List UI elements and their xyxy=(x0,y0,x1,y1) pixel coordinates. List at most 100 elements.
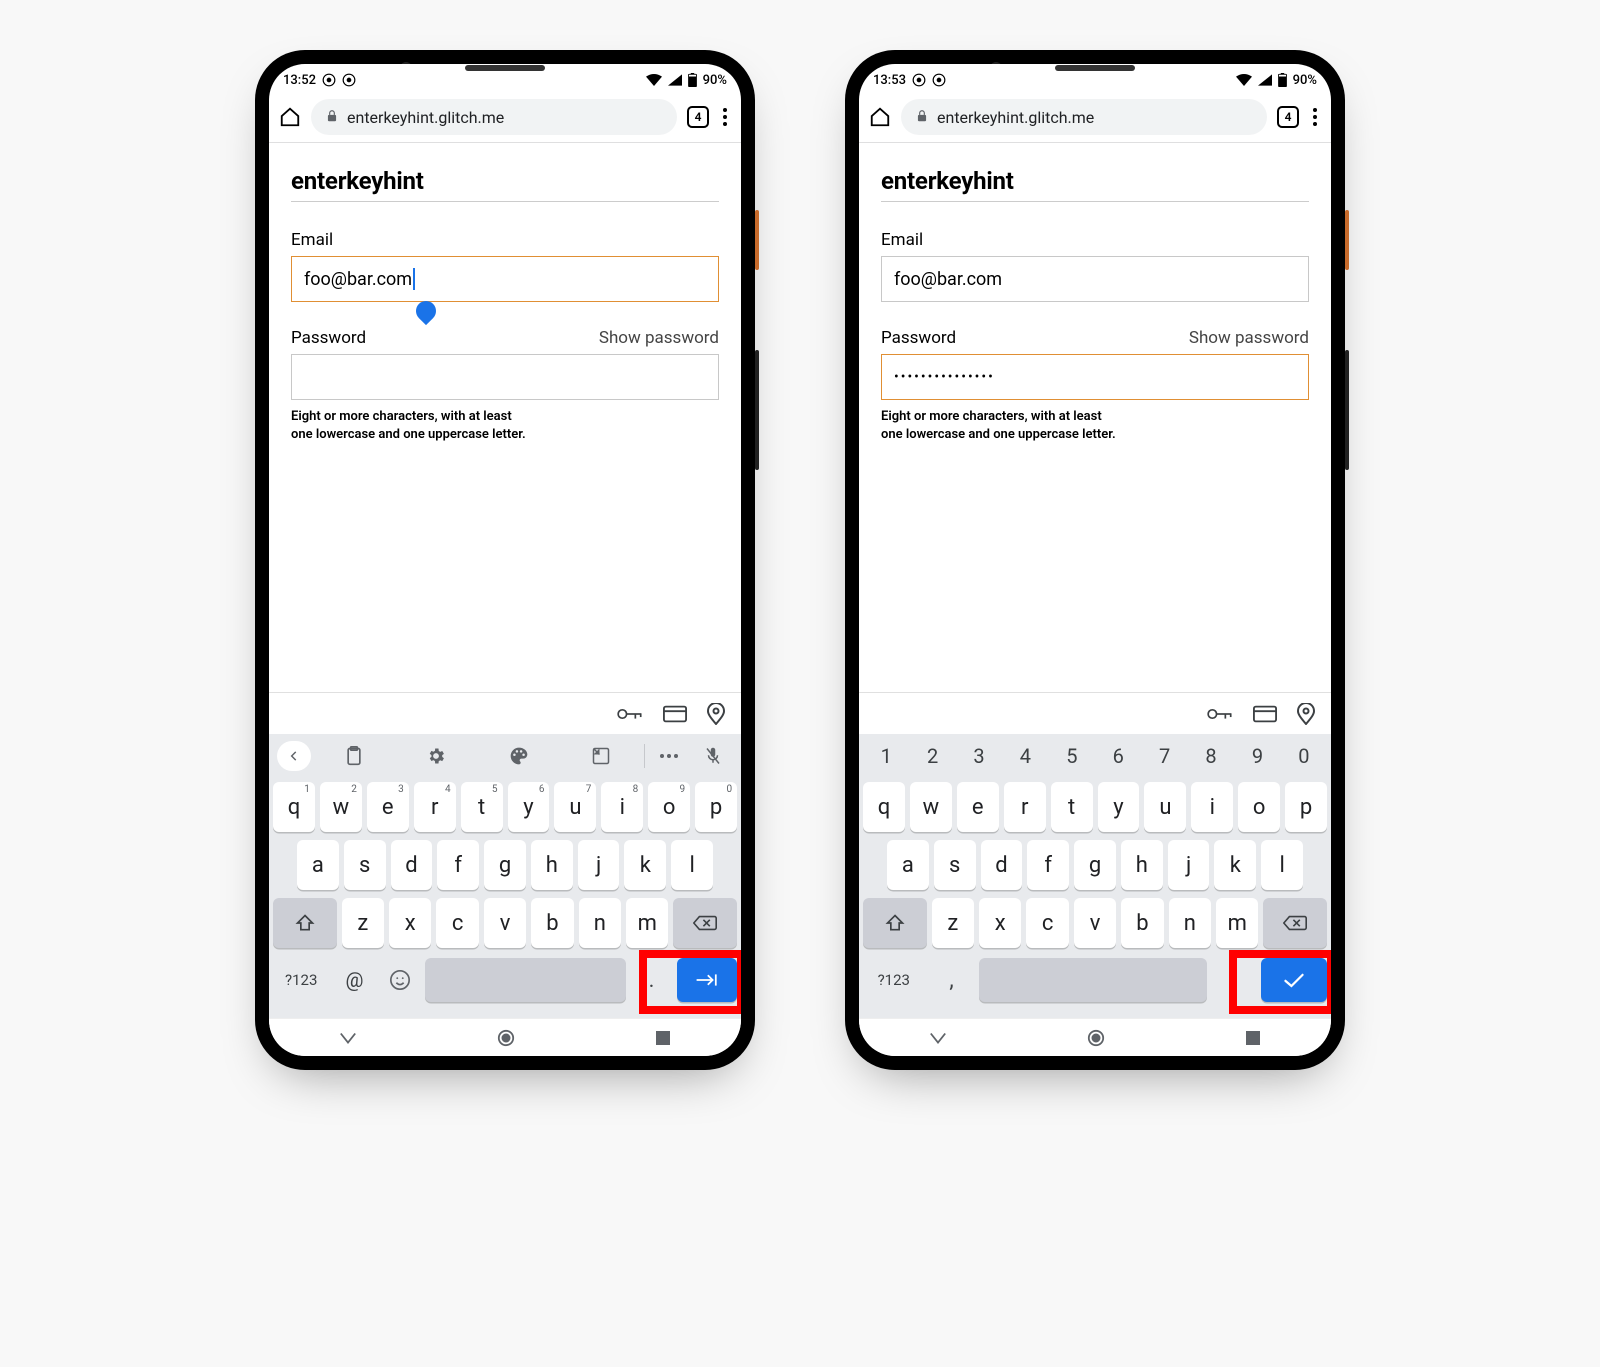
num-3[interactable]: 3 xyxy=(956,744,1002,768)
comma-key[interactable]: , xyxy=(930,956,974,1004)
key-l[interactable]: l xyxy=(1261,840,1303,890)
key-n[interactable]: n xyxy=(579,898,621,948)
back-icon[interactable] xyxy=(929,1031,947,1045)
key-j[interactable]: j xyxy=(578,840,620,890)
key-f[interactable]: f xyxy=(1027,840,1069,890)
credit-card-icon[interactable] xyxy=(663,705,687,723)
num-7[interactable]: 7 xyxy=(1141,744,1187,768)
credit-card-icon[interactable] xyxy=(1253,705,1277,723)
show-password-link[interactable]: Show password xyxy=(599,328,719,348)
key-p[interactable]: p0 xyxy=(695,782,737,832)
key-h[interactable]: h xyxy=(1121,840,1163,890)
key-z[interactable]: z xyxy=(342,898,384,948)
key-o[interactable]: o xyxy=(1238,782,1280,832)
key-q[interactable]: q xyxy=(863,782,905,832)
num-8[interactable]: 8 xyxy=(1188,744,1234,768)
key-icon[interactable] xyxy=(1207,705,1233,723)
key-c[interactable]: c xyxy=(436,898,478,948)
num-6[interactable]: 6 xyxy=(1095,744,1141,768)
palette-icon[interactable] xyxy=(480,746,558,766)
overflow-menu-icon[interactable] xyxy=(719,104,731,130)
num-9[interactable]: 9 xyxy=(1234,744,1280,768)
at-key[interactable]: @ xyxy=(334,956,374,1004)
key-q[interactable]: q1 xyxy=(273,782,315,832)
address-bar[interactable]: enterkeyhint.glitch.me xyxy=(311,99,677,135)
mic-off-icon[interactable] xyxy=(693,746,733,766)
ellipsis-icon[interactable] xyxy=(649,753,689,759)
enter-key-next[interactable] xyxy=(677,958,737,1002)
backspace-key[interactable] xyxy=(1263,898,1327,948)
key-v[interactable]: v xyxy=(484,898,526,948)
gear-icon[interactable] xyxy=(397,746,475,766)
key-b[interactable]: b xyxy=(1121,898,1163,948)
location-icon[interactable] xyxy=(707,703,725,725)
clipboard-icon[interactable] xyxy=(315,746,393,766)
key-z[interactable]: z xyxy=(932,898,974,948)
key-k[interactable]: k xyxy=(1214,840,1256,890)
key-v[interactable]: v xyxy=(1074,898,1116,948)
key-y[interactable]: y6 xyxy=(508,782,550,832)
key-o[interactable]: o9 xyxy=(648,782,690,832)
dot-key[interactable]: . xyxy=(1212,956,1256,1004)
key-a[interactable]: a xyxy=(297,840,339,890)
key-e[interactable]: e xyxy=(957,782,999,832)
spacebar-key[interactable] xyxy=(425,958,626,1002)
location-icon[interactable] xyxy=(1297,703,1315,725)
key-f[interactable]: f xyxy=(437,840,479,890)
key-x[interactable]: x xyxy=(979,898,1021,948)
email-field[interactable]: foo@bar.com xyxy=(881,256,1309,302)
shift-key[interactable] xyxy=(863,898,927,948)
key-w[interactable]: w xyxy=(910,782,952,832)
password-field[interactable] xyxy=(291,354,719,400)
num-0[interactable]: 0 xyxy=(1281,744,1327,768)
key-m[interactable]: m xyxy=(626,898,668,948)
key-t[interactable]: t5 xyxy=(461,782,503,832)
key-p[interactable]: p xyxy=(1285,782,1327,832)
key-g[interactable]: g xyxy=(484,840,526,890)
dot-key[interactable]: . xyxy=(631,956,671,1004)
key-l[interactable]: l xyxy=(671,840,713,890)
key-k[interactable]: k xyxy=(624,840,666,890)
tab-switcher[interactable]: 4 xyxy=(687,106,709,128)
password-field[interactable]: ••••••••••••••• xyxy=(881,354,1309,400)
key-a[interactable]: a xyxy=(887,840,929,890)
key-x[interactable]: x xyxy=(389,898,431,948)
key-i[interactable]: i8 xyxy=(601,782,643,832)
key-s[interactable]: s xyxy=(344,840,386,890)
symbols-key[interactable]: ?123 xyxy=(273,956,329,1004)
key-r[interactable]: r xyxy=(1004,782,1046,832)
overflow-menu-icon[interactable] xyxy=(1309,104,1321,130)
key-icon[interactable] xyxy=(617,705,643,723)
backspace-key[interactable] xyxy=(673,898,737,948)
spacebar-key[interactable] xyxy=(979,958,1208,1002)
show-password-link[interactable]: Show password xyxy=(1189,328,1309,348)
email-field[interactable]: foo@bar.com xyxy=(291,256,719,302)
tab-switcher[interactable]: 4 xyxy=(1277,106,1299,128)
key-u[interactable]: u7 xyxy=(554,782,596,832)
key-s[interactable]: s xyxy=(934,840,976,890)
key-m[interactable]: m xyxy=(1216,898,1258,948)
key-c[interactable]: c xyxy=(1026,898,1068,948)
key-w[interactable]: w2 xyxy=(320,782,362,832)
key-b[interactable]: b xyxy=(531,898,573,948)
symbols-key[interactable]: ?123 xyxy=(863,956,925,1004)
key-h[interactable]: h xyxy=(531,840,573,890)
address-bar[interactable]: enterkeyhint.glitch.me xyxy=(901,99,1267,135)
key-d[interactable]: d xyxy=(391,840,433,890)
num-1[interactable]: 1 xyxy=(863,744,909,768)
key-u[interactable]: u xyxy=(1144,782,1186,832)
emoji-key[interactable] xyxy=(380,956,420,1004)
key-n[interactable]: n xyxy=(1169,898,1211,948)
key-g[interactable]: g xyxy=(1074,840,1116,890)
home-icon[interactable] xyxy=(1087,1029,1105,1047)
num-4[interactable]: 4 xyxy=(1002,744,1048,768)
num-5[interactable]: 5 xyxy=(1049,744,1095,768)
shift-key[interactable] xyxy=(273,898,337,948)
recents-icon[interactable] xyxy=(1245,1030,1261,1046)
num-2[interactable]: 2 xyxy=(909,744,955,768)
key-t[interactable]: t xyxy=(1051,782,1093,832)
recents-icon[interactable] xyxy=(655,1030,671,1046)
sticker-icon[interactable] xyxy=(562,747,640,765)
key-j[interactable]: j xyxy=(1168,840,1210,890)
enter-key-done[interactable] xyxy=(1261,958,1327,1002)
